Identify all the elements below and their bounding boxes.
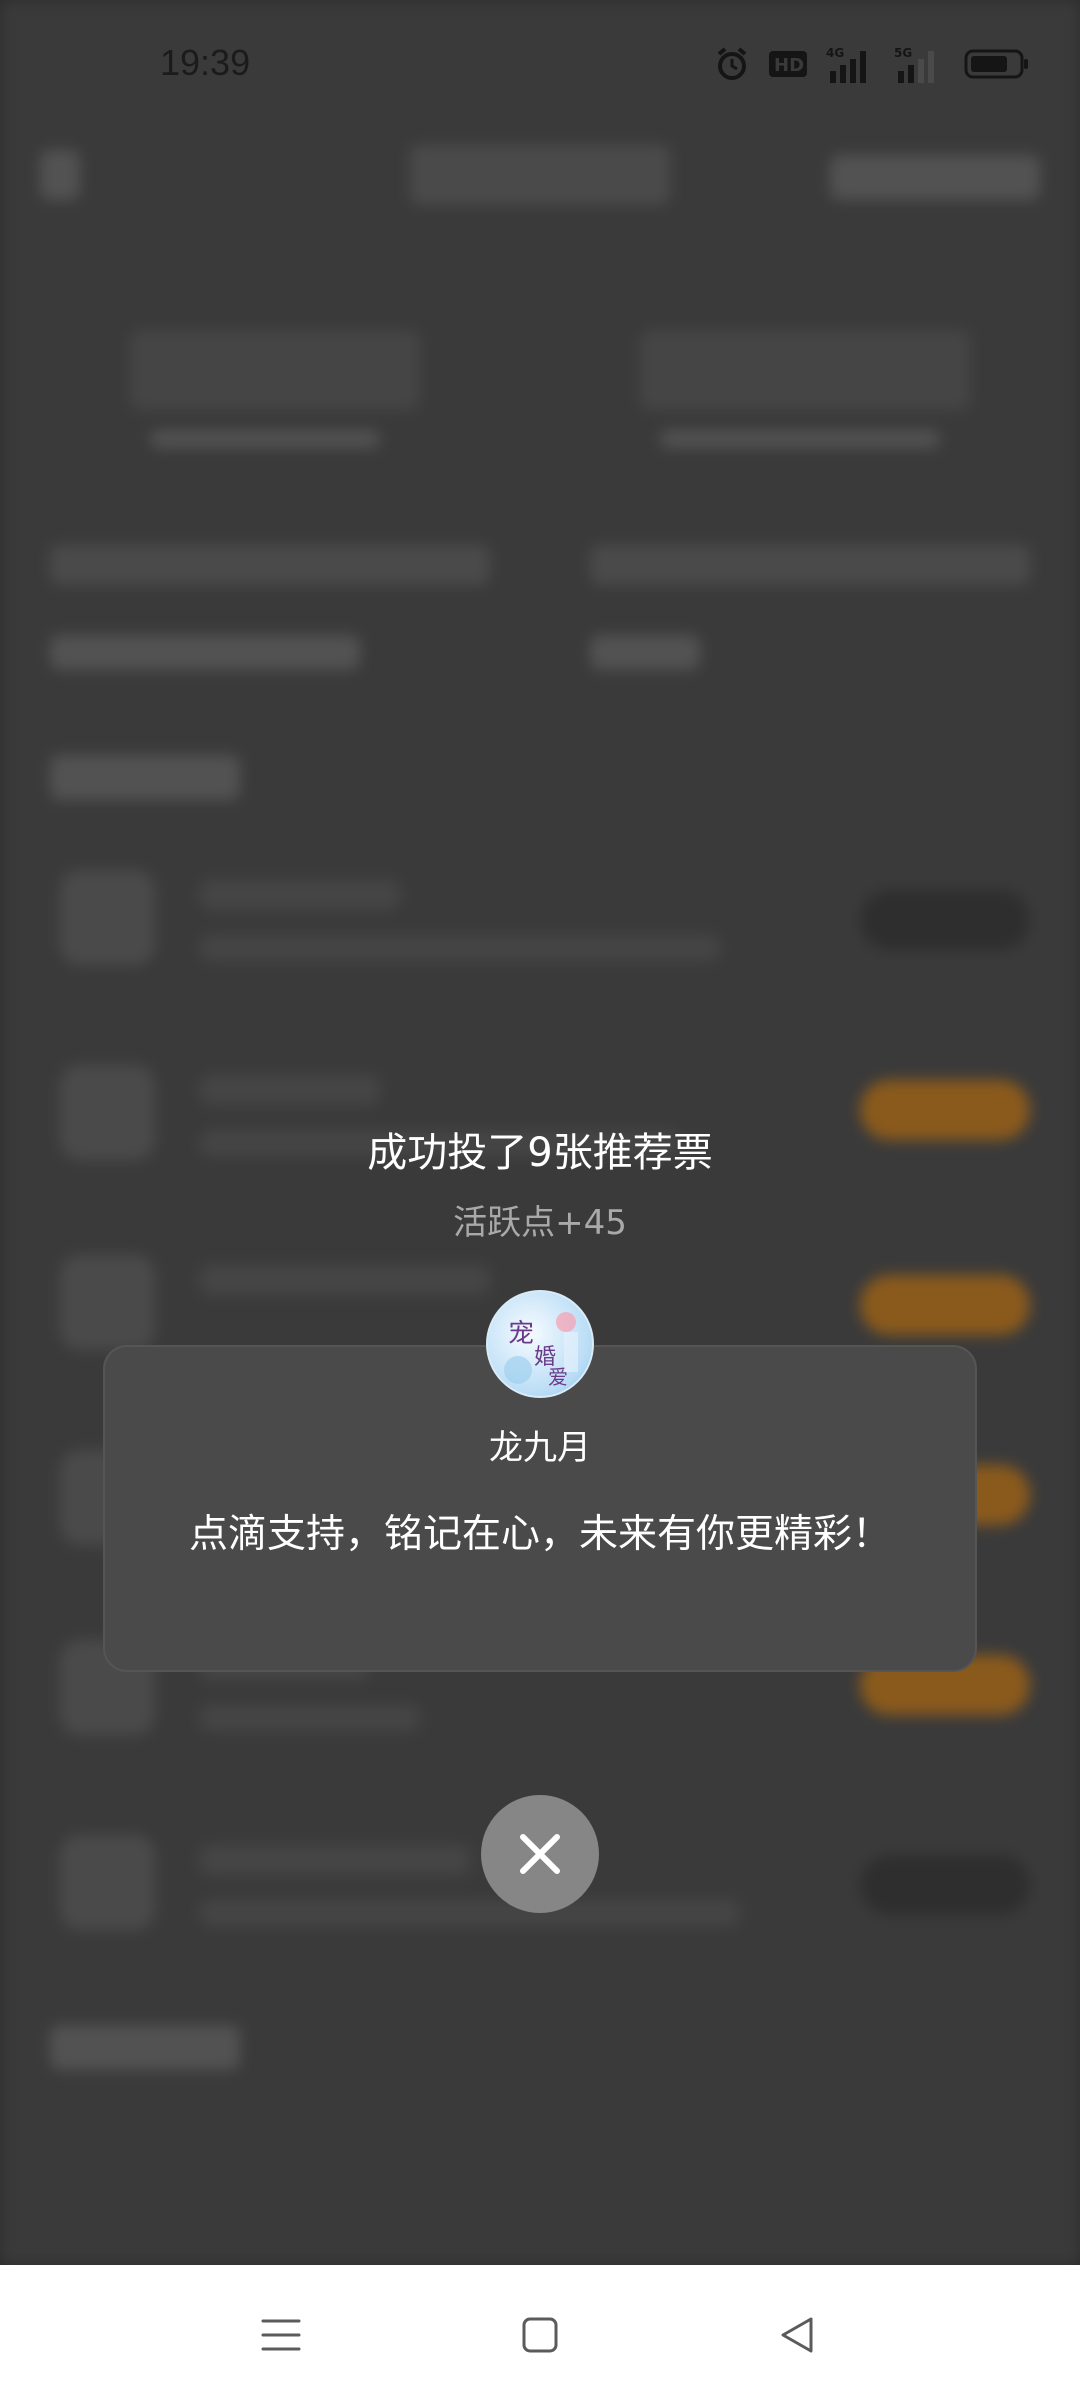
- svg-text:5G: 5G: [894, 46, 912, 60]
- back-button[interactable]: [762, 2300, 832, 2370]
- back-icon: [781, 2317, 813, 2353]
- battery-icon: [964, 48, 1030, 80]
- status-time: 19:39: [160, 42, 251, 83]
- menu-icon: [261, 2319, 301, 2351]
- home-button[interactable]: [505, 2300, 575, 2370]
- author-avatar: 宠 婚 爱: [486, 1290, 594, 1398]
- cover-title: 宠: [508, 1319, 534, 1349]
- book-cover-icon: 宠 婚 爱: [504, 1312, 578, 1389]
- hd-icon: HD: [768, 48, 808, 80]
- home-icon: [522, 2317, 558, 2353]
- activity-points-text: 活跃点+45: [453, 1203, 627, 1243]
- close-icon: [520, 1834, 560, 1874]
- 5g-signal-icon: 5G: [894, 45, 946, 83]
- author-name: 龙九月: [489, 1428, 591, 1468]
- svg-text:4G: 4G: [826, 46, 844, 60]
- author-message: 点滴支持，铭记在心，未来有你更精彩！: [188, 1512, 891, 1557]
- svg-text:HD: HD: [774, 55, 804, 76]
- menu-button[interactable]: [246, 2300, 316, 2370]
- dialog-title: 成功投了9张推荐票: [367, 1130, 713, 1176]
- 4g-signal-icon: 4G: [826, 45, 876, 83]
- system-nav-bar: [0, 2265, 1080, 2400]
- status-bar: 19:39 HD 4G 5G: [0, 0, 1080, 135]
- status-icons: HD 4G 5G: [714, 44, 1030, 84]
- alarm-icon: [714, 46, 750, 82]
- close-button[interactable]: [481, 1795, 599, 1913]
